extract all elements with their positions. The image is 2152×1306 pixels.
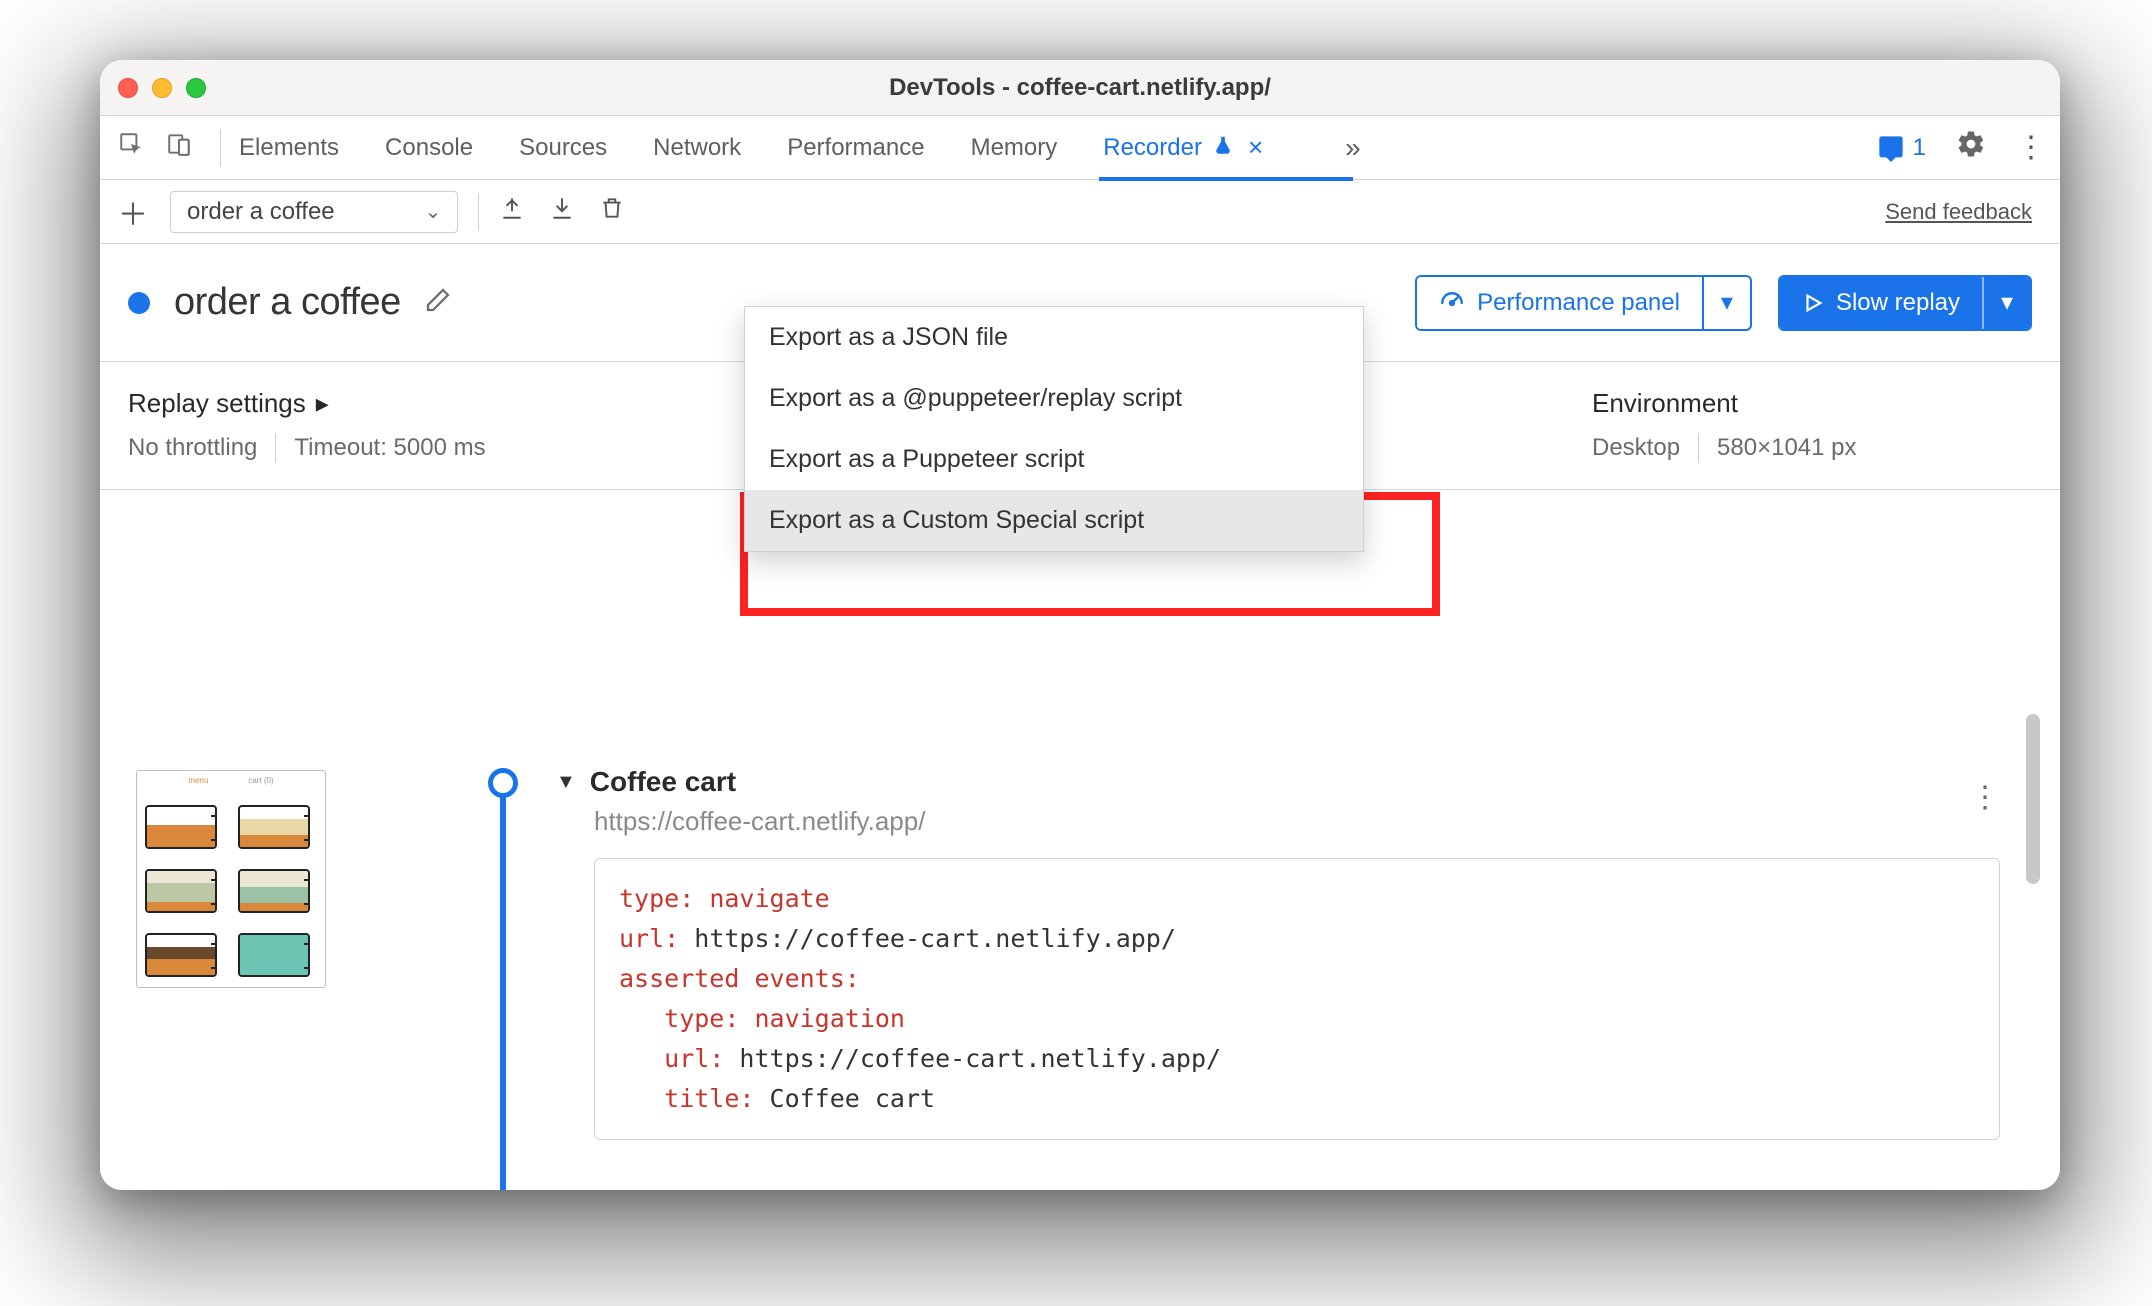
step-details: type: navigate url: https://coffee-cart.… xyxy=(594,858,2000,1140)
scrollbar[interactable] xyxy=(2026,714,2040,884)
timeline-area: menucart (0) ▼ Coffee cart xyxy=(100,490,2060,1190)
chevron-right-icon: ▸ xyxy=(316,388,329,419)
new-recording-icon[interactable]: ＋ xyxy=(118,190,148,234)
tab-recorder[interactable]: Recorder × xyxy=(1103,132,1263,163)
recording-select-value: order a coffee xyxy=(187,198,335,226)
issues-count: 1 xyxy=(1913,134,1926,162)
slow-replay-label: Slow replay xyxy=(1836,289,1960,317)
performance-panel-label: Performance panel xyxy=(1477,289,1680,317)
export-menu-item-custom[interactable]: Export as a Custom Special script xyxy=(745,490,1363,551)
close-tab-icon[interactable]: × xyxy=(1248,132,1263,163)
edit-title-icon[interactable] xyxy=(423,285,453,320)
step-header[interactable]: ▼ Coffee cart xyxy=(556,766,736,798)
collapse-icon: ▼ xyxy=(556,771,576,794)
traffic-zoom[interactable] xyxy=(186,78,206,98)
traffic-minimize[interactable] xyxy=(152,78,172,98)
flask-icon xyxy=(1212,134,1234,162)
export-menu-item-replay[interactable]: Export as a @puppeteer/replay script xyxy=(745,368,1363,429)
environment-viewport: 580×1041 px xyxy=(1717,434,1856,462)
tab-sources[interactable]: Sources xyxy=(519,134,607,162)
devtools-tabbar: Elements Console Sources Network Perform… xyxy=(100,116,2060,180)
window-titlebar: DevTools - coffee-cart.netlify.app/ xyxy=(100,60,2060,116)
environment-device: Desktop xyxy=(1592,434,1680,462)
export-menu-item-puppeteer[interactable]: Export as a Puppeteer script xyxy=(745,429,1363,490)
more-tabs-icon[interactable]: » xyxy=(1345,132,1361,164)
timeout-value: Timeout: 5000 ms xyxy=(294,434,485,462)
recording-title: order a coffee xyxy=(174,281,401,324)
tab-recorder-label: Recorder xyxy=(1103,134,1202,162)
timeline-track xyxy=(500,778,506,1190)
slow-replay-dropdown[interactable]: ▾ xyxy=(1982,277,2030,329)
tab-memory[interactable]: Memory xyxy=(971,134,1058,162)
traffic-close[interactable] xyxy=(118,78,138,98)
delete-icon[interactable] xyxy=(599,195,625,228)
settings-icon[interactable] xyxy=(1956,129,1986,166)
import-icon[interactable] xyxy=(499,195,525,228)
recording-select[interactable]: order a coffee ⌄ xyxy=(170,191,458,233)
step-thumbnail: menucart (0) xyxy=(136,770,326,988)
recording-toolbar: ＋ order a coffee ⌄ Send feedback xyxy=(100,180,2060,244)
tab-console[interactable]: Console xyxy=(385,134,473,162)
recording-status-dot xyxy=(128,292,150,314)
timeline-node[interactable] xyxy=(488,768,518,798)
performance-panel-button[interactable]: Performance panel ▾ xyxy=(1415,275,1752,331)
inspect-icon[interactable] xyxy=(118,131,144,164)
slow-replay-button[interactable]: Slow replay ▾ xyxy=(1778,275,2032,331)
tab-performance[interactable]: Performance xyxy=(787,134,924,162)
step-url: https://coffee-cart.netlify.app/ xyxy=(594,806,925,837)
issues-button[interactable]: 1 xyxy=(1877,134,1926,162)
step-more-icon[interactable]: ⋮ xyxy=(1970,780,2004,815)
step-title: Coffee cart xyxy=(590,766,736,798)
export-icon[interactable] xyxy=(549,195,575,228)
environment-header: Environment xyxy=(1592,388,2032,419)
send-feedback-link[interactable]: Send feedback xyxy=(1885,199,2032,225)
tab-elements[interactable]: Elements xyxy=(239,134,339,162)
chevron-down-icon: ⌄ xyxy=(425,199,442,224)
window-title: DevTools - coffee-cart.netlify.app/ xyxy=(100,74,2060,102)
export-menu: Export as a JSON file Export as a @puppe… xyxy=(744,306,1364,552)
tab-network[interactable]: Network xyxy=(653,134,741,162)
throttling-value: No throttling xyxy=(128,434,257,462)
export-menu-item-json[interactable]: Export as a JSON file xyxy=(745,307,1363,368)
device-toolbar-icon[interactable] xyxy=(166,131,192,164)
performance-panel-dropdown[interactable]: ▾ xyxy=(1702,277,1750,329)
